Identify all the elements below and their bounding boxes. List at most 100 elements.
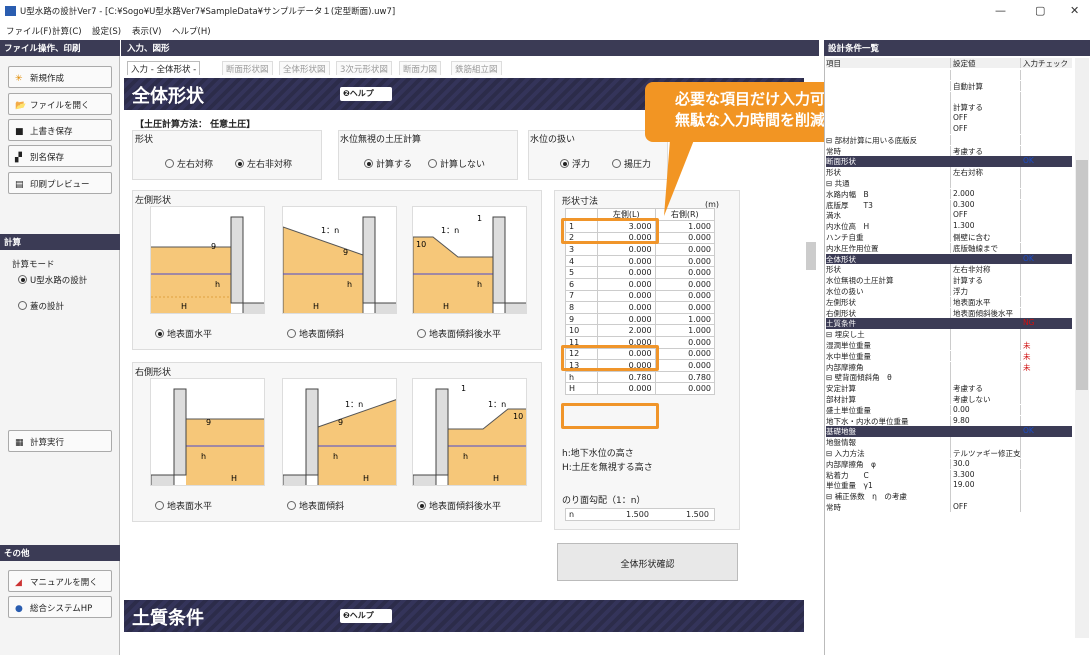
tab-3d-figure[interactable]: 3次元形状図 [336, 61, 392, 75]
conditions-row[interactable]: ⊟ 埋戻し土 [826, 329, 1072, 340]
conditions-row[interactable] [826, 91, 1072, 102]
dims-left-value[interactable]: 2.000 [597, 324, 656, 337]
calc-mode-u[interactable]: U型水路の設計 [18, 274, 87, 286]
conditions-section-row[interactable]: 基礎地盤 OK [826, 426, 1072, 437]
conditions-row[interactable]: 内部摩擦角 未 [826, 361, 1072, 372]
new-button[interactable]: ✳ 新規作成 [8, 66, 112, 88]
conditions-section-row[interactable]: 土質条件 NG [826, 318, 1072, 329]
dims-right-value[interactable]: 0.000 [654, 301, 716, 314]
dims-right-value[interactable]: 0.000 [654, 254, 716, 268]
conditions-row[interactable]: ⊟ 共通 [826, 178, 1072, 189]
overall-shape-confirm-button[interactable]: 全体形状確認 [557, 543, 738, 581]
dims-left-value[interactable]: 0.000 [597, 254, 656, 268]
conditions-row[interactable]: 内水位高 H 1.300 [826, 221, 1072, 232]
conditions-row[interactable]: 形状 左右対称 [826, 167, 1072, 178]
close-button[interactable]: ✕ [1070, 4, 1079, 17]
conditions-row[interactable]: ⊟ 入力方法 テルツァギー修正支 [826, 448, 1072, 459]
menu-file[interactable]: ファイル(F) [6, 25, 52, 37]
dims-right-value[interactable]: 0.000 [654, 382, 716, 395]
tab-overall-input[interactable]: 入力 - 全体形状 - [127, 61, 201, 75]
conditions-row[interactable]: 水中単位重量 未 [826, 350, 1072, 362]
conditions-section-row[interactable]: 全体形状 OK [826, 253, 1072, 264]
dims-left-value[interactable]: 0.000 [597, 266, 656, 279]
shape-symmetric[interactable]: 左右対称 [165, 157, 213, 170]
conditions-row[interactable]: 単位重量 γ1 19.00 [826, 480, 1072, 491]
conditions-row[interactable]: 常時 考慮する [826, 145, 1072, 156]
conditions-row[interactable]: ⊟ 壁背面傾斜角 θ [826, 372, 1072, 383]
tab-rebar-figure[interactable]: 鉄筋組立図 [451, 61, 502, 75]
tab-force-figure[interactable]: 断面力図 [399, 61, 442, 75]
conditions-row[interactable]: 部材計算 考慮しない [826, 394, 1072, 405]
conditions-row[interactable]: 内部摩擦角 φ 30.0 [826, 458, 1072, 470]
manual-button[interactable]: ◢ マニュアルを開く [8, 570, 112, 592]
dims-left-value[interactable]: 0.000 [597, 301, 656, 314]
conditions-row[interactable]: 水位無視の土圧計算 計算する [826, 275, 1072, 286]
right-shape-flat[interactable]: 地表面水平 [155, 499, 212, 512]
conditions-row[interactable]: 水路内幅 B 2.000 [826, 188, 1072, 200]
tab-section-figure[interactable]: 断面形状図 [222, 61, 273, 75]
dims-left-value[interactable]: 0.000 [597, 382, 656, 395]
conditions-row[interactable]: 常時 OFF [826, 502, 1072, 513]
left-shape-slope-flat[interactable]: 地表面傾斜後水平 [417, 327, 501, 340]
maximize-button[interactable]: ▢ [1035, 4, 1045, 17]
save-button[interactable]: ■ 上書き保存 [8, 119, 112, 141]
tab-overall-figure[interactable]: 全体形状図 [279, 61, 330, 75]
dims-right-value[interactable]: 1.000 [654, 312, 716, 326]
conditions-row[interactable]: 安定計算 考慮する [826, 383, 1072, 394]
water-ignore-nocalc[interactable]: 計算しない [428, 157, 485, 170]
dims-left-value[interactable]: 0.000 [597, 289, 656, 303]
dims-right-value[interactable]: 0.000 [654, 347, 716, 361]
dims-left-value[interactable]: 0.000 [597, 243, 656, 256]
slope-right[interactable]: 1.500 [686, 510, 709, 519]
dims-right-value[interactable]: 0.000 [654, 243, 716, 256]
right-scrollbar-thumb[interactable] [1076, 160, 1088, 390]
dims-left-value[interactable]: 0.000 [597, 312, 656, 326]
menu-calc[interactable]: 計算(C) [52, 25, 82, 37]
water-handling-buoyancy[interactable]: 浮力 [560, 157, 590, 170]
conditions-row[interactable]: 地下水・内水の単位重量 9.80 [826, 415, 1072, 426]
dims-left-value[interactable]: 0.780 [597, 370, 656, 384]
open-button[interactable]: 📂 ファイルを開く [8, 93, 112, 115]
menu-settings[interactable]: 設定(S) [92, 25, 121, 37]
right-shape-slope[interactable]: 地表面傾斜 [287, 499, 344, 512]
conditions-row[interactable]: ⊟ 補正係数 η の考慮 [826, 491, 1072, 502]
conditions-row[interactable]: 水位の扱い 浮力 [826, 286, 1072, 297]
water-handling-uplift[interactable]: 揚圧力 [612, 157, 651, 170]
menu-view[interactable]: 表示(V) [132, 25, 161, 37]
dims-left-value[interactable]: 0.000 [597, 277, 656, 291]
conditions-section-row[interactable]: 断面形状 OK [826, 156, 1072, 167]
center-scrollbar-thumb[interactable] [806, 242, 816, 270]
print-preview-button[interactable]: ▤ 印刷プレビュー [8, 172, 112, 194]
save-as-button[interactable]: ▞ 別名保存 [8, 145, 112, 167]
conditions-row[interactable]: OFF [826, 113, 1072, 124]
conditions-row[interactable]: 左側形状 地表面水平 [826, 296, 1072, 308]
dims-right-value[interactable]: 0.780 [654, 370, 716, 384]
left-shape-flat[interactable]: 地表面水平 [155, 327, 212, 340]
calc-mode-lid[interactable]: 蓋の設計 [18, 300, 64, 312]
dims-right-value[interactable]: 0.000 [654, 266, 716, 279]
conditions-row[interactable]: ハンチ自重 側壁に含む [826, 232, 1072, 243]
shape-asymmetric[interactable]: 左右非対称 [235, 157, 292, 170]
left-shape-slope[interactable]: 地表面傾斜 [287, 327, 344, 340]
dims-right-value[interactable]: 1.000 [654, 220, 716, 233]
water-ignore-calc[interactable]: 計算する [364, 157, 412, 170]
menu-help[interactable]: ヘルプ(H) [172, 25, 211, 37]
conditions-row[interactable] [826, 70, 1072, 81]
hp-button[interactable]: ● 総合システムHP [8, 596, 112, 618]
dims-right-value[interactable]: 0.000 [654, 231, 716, 245]
conditions-row[interactable]: 盛土単位重量 0.00 [826, 404, 1072, 416]
dims-right-value[interactable]: 0.000 [654, 289, 716, 303]
soil-help-button[interactable]: ❷ヘルプ [340, 609, 392, 623]
conditions-row[interactable]: 底版厚 T3 0.300 [826, 199, 1072, 210]
help-button[interactable]: ❷ヘルプ [340, 87, 392, 101]
conditions-row[interactable]: 右側形状 地表面傾斜後水平 [826, 307, 1072, 318]
dims-right-value[interactable]: 0.000 [654, 359, 716, 372]
slope-left[interactable]: 1.500 [626, 510, 649, 519]
conditions-row[interactable]: ⊟ 部材計算に用いる底版反 [826, 134, 1072, 146]
dims-right-value[interactable]: 0.000 [654, 277, 716, 291]
conditions-row[interactable]: 満水 OFF [826, 210, 1072, 221]
dims-right-value[interactable]: 1.000 [654, 324, 716, 337]
conditions-row[interactable]: OFF [826, 124, 1072, 135]
dims-right-value[interactable]: 0.000 [654, 335, 716, 349]
conditions-row[interactable]: 計算する [826, 102, 1072, 113]
